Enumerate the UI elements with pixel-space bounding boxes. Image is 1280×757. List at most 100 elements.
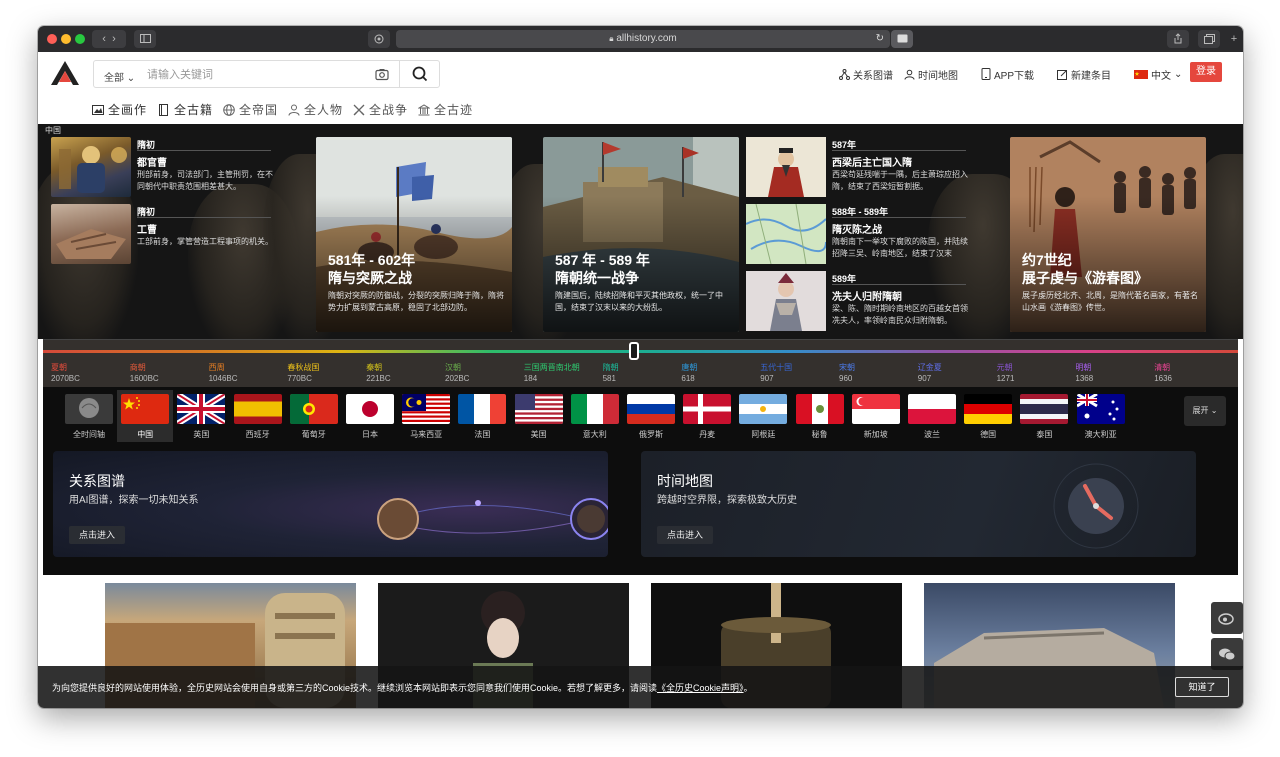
forward-icon[interactable]: › xyxy=(112,33,116,45)
allhistory-logo[interactable] xyxy=(50,60,80,86)
country-option[interactable]: 马来西亚 xyxy=(402,394,451,440)
country-name: 波兰 xyxy=(924,430,940,439)
country-option[interactable]: 法国 xyxy=(458,394,507,440)
country-option[interactable]: 新加坡 xyxy=(851,394,900,440)
event-card[interactable]: 隋初 工曹 工部前身，掌管营造工程事项的机关。 xyxy=(51,204,276,266)
address-bar[interactable]: 🔒︎ allhistory.com ↻ xyxy=(396,30,890,48)
minimize-window-button[interactable] xyxy=(61,34,71,44)
country-option[interactable]: 葡萄牙 xyxy=(289,394,338,440)
globe-icon xyxy=(223,103,235,116)
category-books[interactable]: 全古籍 xyxy=(158,101,213,118)
featured-event-card[interactable]: 587 年 - 589 年 隋朝统一战争 隋建国后，陆续招降和平灭其他政权，统一… xyxy=(543,137,739,332)
country-option[interactable]: 波兰 xyxy=(908,394,956,440)
cookie-accept-button[interactable]: 知道了 xyxy=(1175,677,1229,697)
reload-icon[interactable]: ↻ xyxy=(876,30,884,48)
maximize-window-button[interactable] xyxy=(75,34,85,44)
timeline-era[interactable]: 汉朝 202BC xyxy=(445,362,469,384)
timeline-era[interactable]: 西周 1046BC xyxy=(209,362,238,384)
close-window-button[interactable] xyxy=(47,34,57,44)
category-paintings[interactable]: 全画作 xyxy=(92,101,147,118)
era-year: 907 xyxy=(917,374,932,383)
search-button[interactable] xyxy=(399,61,439,87)
country-option[interactable]: 德国 xyxy=(964,394,1013,440)
time-map-panel[interactable]: 时间地图 跨越时空界限，探索极致大历史 点击进入 xyxy=(641,451,1196,557)
timeline-era[interactable]: 辽金夏 907 xyxy=(918,362,942,384)
timeline-era[interactable]: 明朝 1368 xyxy=(1075,362,1093,384)
camera-icon[interactable] xyxy=(375,67,389,81)
chevron-down-icon: ⌄ xyxy=(1210,406,1218,415)
divider xyxy=(832,150,966,151)
time-map-enter-button[interactable]: 点击进入 xyxy=(657,526,713,544)
country-option[interactable]: 日本 xyxy=(346,394,394,440)
timeline-era[interactable]: 三国两晋南北朝 184 xyxy=(524,362,580,384)
country-option[interactable]: 美国 xyxy=(514,394,563,440)
back-icon[interactable]: ‹ xyxy=(102,33,106,45)
country-option[interactable]: 西班牙 xyxy=(233,394,282,440)
event-card[interactable]: 588年 - 589年 隋灭陈之战 隋朝南下一举攻下腐败的陈国，并陆续招降三吴、… xyxy=(745,203,971,266)
country-option[interactable]: 中国 xyxy=(117,390,174,442)
category-people-label: 全人物 xyxy=(304,103,344,117)
privacy-shield-button[interactable] xyxy=(368,30,390,48)
search-scope-select[interactable]: 全部 ⌄ xyxy=(104,69,135,84)
nav-app-download[interactable]: APP下载 xyxy=(981,66,1034,82)
featured-event-card[interactable]: 约7世纪 展子虔与《游春图》 展子虔历经北齐、北周，是隋代著名画家，有著名山水画… xyxy=(1010,137,1206,332)
timeline-era[interactable]: 隋朝 581 xyxy=(603,362,619,384)
language-select[interactable]: 中文 ⌄ xyxy=(1134,66,1182,82)
back-forward-buttons[interactable]: ‹ › xyxy=(92,30,126,48)
share-button[interactable] xyxy=(1167,30,1189,48)
country-selector: 全时间轴 中国 英国 西班牙 葡萄牙 日本 马来西亚 法国 美国 意大利 俄罗斯 丹麦 阿根廷 秘鲁 新加坡… xyxy=(43,387,1238,449)
relation-graph-enter-button[interactable]: 点击进入 xyxy=(69,526,125,544)
expand-countries-button[interactable]: 展开 ⌄ xyxy=(1184,396,1226,426)
country-option[interactable]: 丹麦 xyxy=(683,394,732,440)
category-empires[interactable]: 全帝国 xyxy=(223,101,278,118)
country-option[interactable]: 俄罗斯 xyxy=(627,394,675,440)
timeline-era[interactable]: 秦朝 221BC xyxy=(366,362,390,384)
country-option[interactable]: 英国 xyxy=(177,394,226,440)
timeline-era[interactable]: 宋朝 960 xyxy=(839,362,855,384)
timeline-handle[interactable] xyxy=(629,342,639,360)
timeline-era[interactable]: 元朝 1271 xyxy=(997,362,1015,384)
timeline-era[interactable]: 唐朝 618 xyxy=(681,362,697,384)
timeline-era[interactable]: 商朝 1600BC xyxy=(130,362,159,384)
timeline-era[interactable]: 五代十国 907 xyxy=(760,362,792,384)
reader-button[interactable] xyxy=(891,30,913,48)
timeline-era[interactable]: 春秋战国 770BC xyxy=(287,362,319,384)
timeline-era[interactable]: 清朝 1636 xyxy=(1154,362,1172,384)
country-option[interactable]: 阿根廷 xyxy=(739,394,788,440)
country-option[interactable]: 秘鲁 xyxy=(795,394,844,440)
dynasty-timeline[interactable]: 夏朝 2070BC 商朝 1600BC 西周 1046BC 春秋战国 770BC 秦朝 221BC… xyxy=(43,339,1238,387)
country-option[interactable]: 全时间轴 xyxy=(65,394,113,440)
nav-time-map[interactable]: 时间地图 xyxy=(904,66,958,82)
new-tab-button[interactable]: + xyxy=(1227,30,1241,48)
sidebar-toggle-button[interactable] xyxy=(134,30,156,48)
country-option[interactable]: 意大利 xyxy=(570,394,619,440)
country-option[interactable]: 澳大利亚 xyxy=(1076,394,1125,440)
cookie-policy-link[interactable]: 《全历史Cookie声明》 xyxy=(657,683,744,693)
category-wars[interactable]: 全战争 xyxy=(353,101,408,118)
event-title: 隋灭陈之战 xyxy=(832,225,882,236)
cookie-message: 为向您提供良好的网站使用体验，全历史网站会使用自身或第三方的Cookie技术。继… xyxy=(52,683,658,693)
crossed-swords-icon xyxy=(353,104,365,115)
category-sites-label: 全古迹 xyxy=(434,103,474,117)
nav-relation-graph[interactable]: 关系图谱 xyxy=(839,66,893,82)
relation-graph-panel[interactable]: 关系图谱 用AI图谱，探索一切未知关系 点击进入 xyxy=(53,451,608,557)
era-year: 907 xyxy=(760,374,774,383)
event-thumbnail xyxy=(745,203,827,265)
era-year: 1636 xyxy=(1154,374,1172,383)
event-card[interactable]: 589年 冼夫人归附隋朝 梁、陈、隋时期岭南地区的百越女首领冼夫人，率领岭南民众… xyxy=(746,271,971,333)
category-people[interactable]: 全人物 xyxy=(288,101,343,118)
event-card[interactable]: 587年 西梁后主亡国入隋 西梁苟延残喘于一隅，后主萧琮应招入隋，结束了西梁短暂… xyxy=(746,137,971,199)
timeline-era[interactable]: 夏朝 2070BC xyxy=(51,362,80,384)
nav-new-entry[interactable]: 新建条目 xyxy=(1057,66,1111,82)
nav-app-download-label: APP下载 xyxy=(994,70,1035,82)
tabs-overview-button[interactable] xyxy=(1198,30,1220,48)
event-card[interactable]: 隋初 都官曹 刑部前身，司法部门，主管刑罚，在不同朝代中职责范围相差甚大。 xyxy=(51,137,276,199)
search-input[interactable] xyxy=(147,65,367,85)
login-button[interactable]: 登录 xyxy=(1190,62,1222,82)
country-option[interactable]: 泰国 xyxy=(1020,394,1069,440)
book-icon xyxy=(159,103,168,116)
featured-event-card[interactable]: 581年 - 602年 隋与突厥之战 隋朝对突厥的防御战，分裂的突厥归降于隋，隋… xyxy=(316,137,512,332)
category-sites[interactable]: 全古迹 xyxy=(418,101,473,118)
weibo-share-button[interactable] xyxy=(1211,602,1243,634)
event-thumbnail xyxy=(51,204,131,264)
